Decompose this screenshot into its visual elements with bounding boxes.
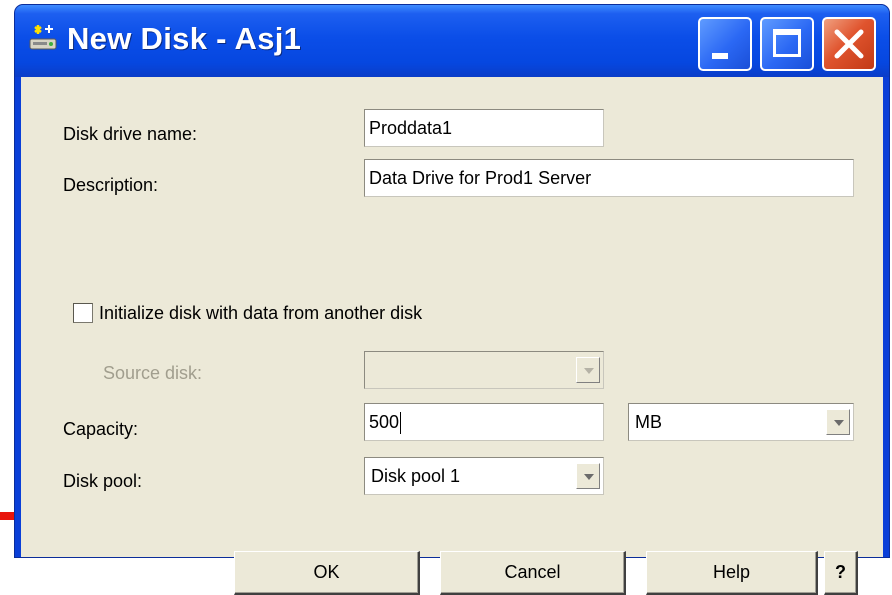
new-disk-dialog: New Disk - Asj1 Disk drive name: Proddat… xyxy=(14,4,890,595)
text-caret xyxy=(400,412,402,435)
whats-this-button[interactable]: ? xyxy=(824,551,858,595)
disk-name-input[interactable]: Proddata1 xyxy=(364,109,604,147)
initialize-label[interactable]: Initialize disk with data from another d… xyxy=(99,303,422,324)
description-label: Description: xyxy=(63,175,159,195)
close-icon xyxy=(834,29,864,59)
minimize-icon xyxy=(712,53,728,59)
disk-name-label: Disk drive name: xyxy=(63,124,198,144)
source-disk-label: Source disk: xyxy=(103,363,203,383)
close-button[interactable] xyxy=(822,17,876,71)
disk-pool-label: Disk pool: xyxy=(63,471,143,491)
help-button[interactable]: Help xyxy=(646,551,818,595)
capacity-input[interactable]: 500 xyxy=(364,403,604,441)
capacity-value: 500 xyxy=(369,412,400,432)
maximize-button[interactable] xyxy=(760,17,814,71)
chevron-down-icon[interactable] xyxy=(576,463,600,489)
disk-pool-value: Disk pool 1 xyxy=(371,466,461,486)
disk-pool-dropdown[interactable]: Disk pool 1 xyxy=(364,457,604,495)
capacity-unit-dropdown[interactable]: MB xyxy=(628,403,854,441)
dialog-body: Disk drive name: Proddata1 Description: … xyxy=(21,77,883,595)
chevron-down-icon[interactable] xyxy=(826,409,850,435)
ok-button[interactable]: OK xyxy=(234,551,420,595)
stray-red-line xyxy=(0,512,14,520)
window-title: New Disk - Asj1 xyxy=(67,21,302,56)
source-disk-dropdown xyxy=(364,351,604,389)
app-icon xyxy=(29,25,57,50)
capacity-label: Capacity: xyxy=(63,419,139,439)
initialize-checkbox[interactable] xyxy=(73,303,93,323)
description-input[interactable]: Data Drive for Prod1 Server xyxy=(364,159,854,197)
chevron-down-icon xyxy=(576,357,600,383)
capacity-unit-value: MB xyxy=(635,412,662,432)
minimize-button[interactable] xyxy=(698,17,752,71)
titlebar[interactable]: New Disk - Asj1 xyxy=(15,5,889,77)
maximize-icon xyxy=(773,29,801,57)
cancel-button[interactable]: Cancel xyxy=(440,551,626,595)
